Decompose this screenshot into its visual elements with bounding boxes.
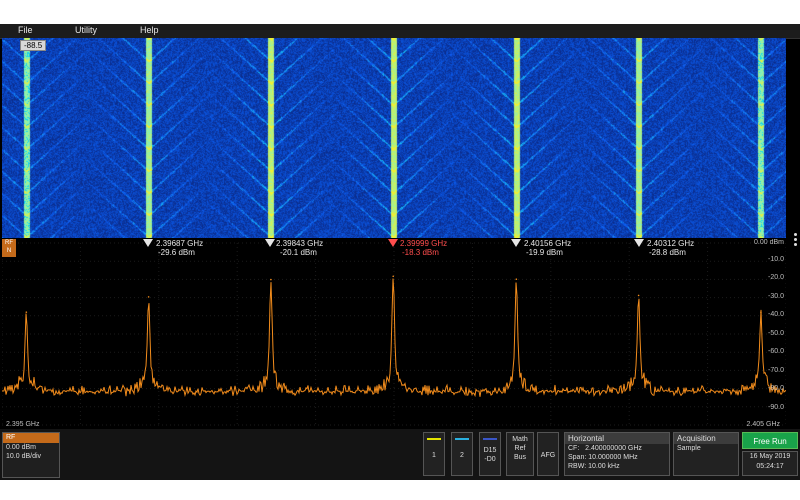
x-start-frequency: 2.395 GHz <box>6 421 40 428</box>
marker-4-amplitude: -19.9 dBm <box>526 248 563 257</box>
y-tick-label: -50.0 <box>768 330 784 337</box>
spectrum-peak-point <box>760 311 762 313</box>
side-panel-handle[interactable] <box>792 231 798 257</box>
acquisition-mode: Sample <box>677 445 701 452</box>
marker-3-triangle[interactable] <box>388 239 398 247</box>
date-text: 16 May 2019 <box>749 453 791 460</box>
rf-ref-level: 0.00 dBm <box>6 444 36 451</box>
y-tick-label: -40.0 <box>768 311 784 318</box>
acquisition-panel[interactable]: Acquisition Sample <box>673 432 739 476</box>
marker-4-triangle[interactable] <box>511 239 521 247</box>
rf-scale: 10.0 dB/div <box>6 453 42 460</box>
y-tick-label: -90.0 <box>768 404 784 411</box>
spectrum-peak-point <box>637 294 640 297</box>
spectrum-peak-point <box>147 296 150 298</box>
marker-5-amplitude: -28.8 dBm <box>649 248 686 257</box>
marker-2-triangle[interactable] <box>265 239 275 247</box>
y-tick-label: -70.0 <box>768 367 784 374</box>
math-ref-bus-button[interactable]: Math Ref Bus <box>506 432 534 476</box>
horizontal-panel[interactable]: Horizontal CF: 2.400000000 GHz Span: 10.… <box>564 432 670 476</box>
y-tick-label: -60.0 <box>768 348 784 355</box>
marker-5-frequency: 2.40312 GHz <box>647 239 695 248</box>
menu-bar: File Utility Help <box>0 24 800 39</box>
marker-2-amplitude: -20.1 dBm <box>280 248 317 257</box>
date-time-display: 16 May 2019 05:24:17 <box>742 451 798 476</box>
menu-utility[interactable]: Utility <box>75 25 97 35</box>
channel-2-label: 2 <box>460 452 464 459</box>
spectrum-peak-point <box>270 278 272 281</box>
spectrum-peak-point <box>515 278 518 281</box>
marker-1-frequency: 2.39687 GHz <box>156 239 204 248</box>
scope-screen: File Utility Help -88.5 RF N 2.39687 GHz… <box>0 24 800 480</box>
bus-label: Bus <box>513 454 527 461</box>
y-tick-label: -30.0 <box>768 293 784 300</box>
spectrogram-ref-level[interactable]: -88.5 <box>20 40 47 51</box>
afg-label: AFG <box>540 452 556 459</box>
menu-help[interactable]: Help <box>140 25 159 35</box>
horizontal-rbw: RBW: 10.00 kHz <box>568 463 620 470</box>
horizontal-span: Span: 10.000000 MHz <box>568 454 638 461</box>
marker-4-frequency: 2.40156 GHz <box>524 239 572 248</box>
time-text: 05:24:17 <box>756 463 784 470</box>
spectrum-plot <box>2 242 786 426</box>
spectrogram-canvas <box>2 38 786 238</box>
marker-1-triangle[interactable] <box>143 239 153 247</box>
rf-tag-label: RF <box>5 240 13 246</box>
settings-bar: RF 0.00 dBm 10.0 dB/div 1 2 D15 -D0 Math… <box>0 429 800 480</box>
spectrum-view[interactable]: RF N 2.39687 GHz -29.6 dBm 2.39843 GHz -… <box>2 239 786 429</box>
digital-channels-button[interactable]: D15 -D0 <box>479 432 501 476</box>
marker-5-triangle[interactable] <box>634 239 644 247</box>
rf-tag-detector: N <box>6 248 12 254</box>
marker-3-amplitude: -18.3 dBm <box>402 248 439 257</box>
afg-button[interactable]: AFG <box>537 432 559 476</box>
spectrum-peak-point <box>25 311 28 313</box>
spectrogram-view[interactable]: -88.5 <box>2 38 786 238</box>
free-run-button[interactable]: Free Run <box>742 432 798 449</box>
channel-1-button[interactable]: 1 <box>423 432 445 476</box>
acquisition-title: Acquisition <box>674 433 738 444</box>
rf-badge-title: RF <box>3 433 59 443</box>
rf-settings-badge[interactable]: RF 0.00 dBm 10.0 dB/div <box>2 432 60 478</box>
spectrum-peak-point <box>392 275 395 278</box>
digital-label-bottom: -D0 <box>484 456 496 463</box>
x-stop-frequency: 2.405 GHz <box>746 421 780 428</box>
y-tick-label: -10.0 <box>768 256 784 263</box>
marker-3-frequency: 2.39999 GHz <box>400 239 448 248</box>
y-tick-label: -80.0 <box>768 385 784 392</box>
horizontal-center-frequency: CF: 2.400000000 GHz <box>568 445 642 452</box>
digital-label-top: D15 <box>483 447 497 454</box>
ref-label: Ref <box>514 445 526 452</box>
channel-1-label: 1 <box>432 452 436 459</box>
math-label: Math <box>512 436 528 443</box>
rf-trace-tag[interactable]: RF N <box>2 239 16 257</box>
marker-1-amplitude: -29.6 dBm <box>158 248 195 257</box>
channel-2-button[interactable]: 2 <box>451 432 473 476</box>
horizontal-title: Horizontal <box>565 433 669 444</box>
marker-2-frequency: 2.39843 GHz <box>276 239 324 248</box>
y-tick-label: -20.0 <box>768 274 784 281</box>
menu-file[interactable]: File <box>18 25 33 35</box>
y-top-level: 0.00 dBm <box>754 239 784 246</box>
